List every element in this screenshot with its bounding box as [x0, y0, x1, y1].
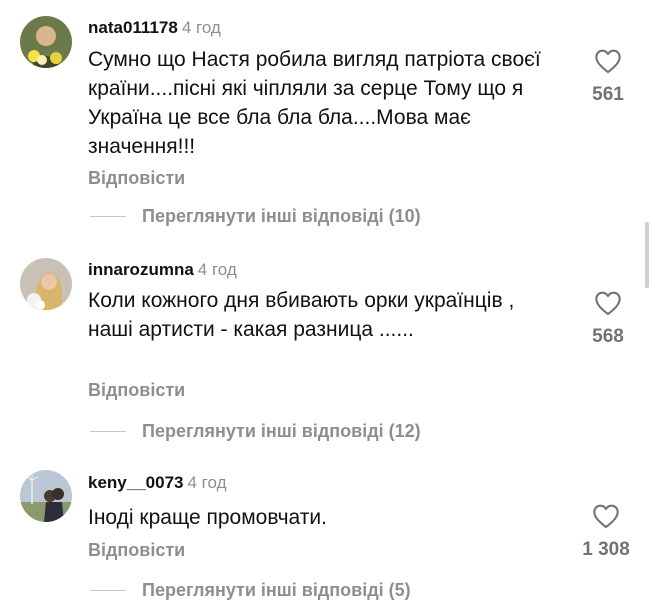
divider-line — [90, 430, 126, 433]
view-replies-button[interactable]: Переглянути інші відповіді (5) — [90, 580, 411, 601]
reply-button[interactable]: Відповісти — [88, 168, 185, 189]
like-count: 568 — [592, 326, 624, 347]
avatar[interactable] — [20, 16, 72, 68]
comment-meta: keny__0073 4 год — [88, 473, 227, 493]
view-replies-button[interactable]: Переглянути інші відповіді (10) — [90, 206, 421, 227]
scrollbar[interactable] — [645, 222, 649, 288]
timestamp: 4 год — [197, 260, 237, 279]
comment-text: Сумно що Настя робила вигляд патріота св… — [88, 48, 541, 158]
view-replies-label: Переглянути інші відповіді (10) — [142, 206, 421, 226]
avatar[interactable] — [20, 258, 72, 310]
reply-button[interactable]: Відповісти — [88, 380, 185, 401]
view-replies-label: Переглянути інші відповіді (5) — [142, 580, 411, 600]
reply-button[interactable]: Відповісти — [88, 540, 185, 561]
like-button[interactable]: 1 308 — [576, 503, 636, 561]
comment-meta: innarozumna 4 год — [88, 260, 237, 280]
heart-outline-icon — [593, 504, 619, 529]
heart-outline-icon — [595, 49, 621, 74]
divider-line — [90, 589, 126, 592]
like-count: 1 308 — [582, 539, 630, 560]
timestamp: 4 год — [181, 18, 221, 37]
comment-text: Іноді краще промовчати. — [88, 506, 327, 529]
heart-outline-icon — [595, 291, 621, 316]
username[interactable]: innarozumna — [88, 260, 194, 279]
username[interactable]: keny__0073 — [88, 473, 183, 492]
like-count: 561 — [592, 84, 624, 105]
comment-meta: nata011178 4 год — [88, 18, 221, 38]
view-replies-button[interactable]: Переглянути інші відповіді (12) — [90, 421, 421, 442]
divider-line — [90, 215, 126, 218]
view-replies-label: Переглянути інші відповіді (12) — [142, 421, 421, 441]
comment-text: Коли кожного дня вбивають орки українців… — [88, 289, 515, 341]
timestamp: 4 год — [187, 473, 227, 492]
like-button[interactable]: 568 — [578, 290, 638, 348]
like-button[interactable]: 561 — [578, 48, 638, 106]
avatar[interactable] — [20, 470, 72, 522]
username[interactable]: nata011178 — [88, 18, 178, 37]
